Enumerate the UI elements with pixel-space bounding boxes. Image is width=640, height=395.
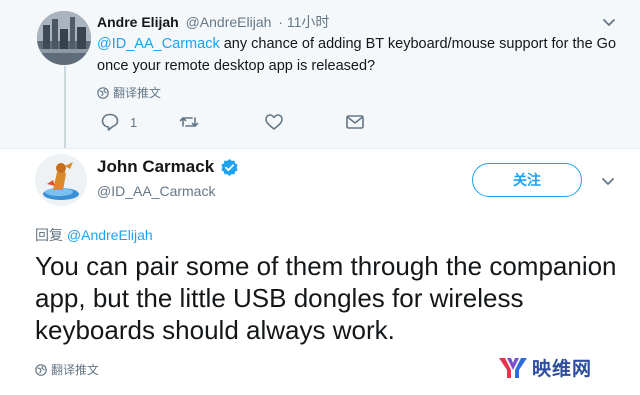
like-icon xyxy=(265,114,283,130)
reply-to-prefix: 回复 xyxy=(35,227,67,243)
translate-label: 翻译推文 xyxy=(51,363,100,377)
avatar-city-image xyxy=(37,11,91,65)
direct-message-button[interactable] xyxy=(345,112,365,132)
replying-to: 回复 @AndreElijah xyxy=(35,225,153,245)
parent-tweet-header: Andre Elijah @AndreElijah · 11小时 xyxy=(97,12,329,32)
author-handle[interactable]: @AndreElijah xyxy=(186,14,272,30)
like-button[interactable] xyxy=(264,112,284,132)
follow-button[interactable]: 关注 xyxy=(472,163,582,197)
watermark-logo-icon xyxy=(499,357,527,378)
avatar-rocket-image xyxy=(35,154,87,206)
divider xyxy=(0,148,640,149)
reply-to-handle[interactable]: @AndreElijah xyxy=(67,227,153,243)
reply-count: 1 xyxy=(130,114,138,130)
retweet-button[interactable] xyxy=(179,112,199,132)
timestamp[interactable]: · 11小时 xyxy=(278,14,329,30)
parent-tweet[interactable]: Andre Elijah @AndreElijah · 11小时 @ID_AA_… xyxy=(0,0,640,148)
main-avatar[interactable] xyxy=(35,154,87,206)
main-author-handle[interactable]: @ID_AA_Carmack xyxy=(97,183,215,199)
mention-link[interactable]: @ID_AA_Carmack xyxy=(97,36,220,52)
main-author-name[interactable]: John Carmack xyxy=(97,157,239,177)
globe-icon xyxy=(35,363,47,376)
watermark-text: 映维网 xyxy=(532,359,593,380)
avatar[interactable] xyxy=(37,11,91,65)
translate-link[interactable]: 翻译推文 xyxy=(35,361,99,378)
main-tweet-text: You can pair some of them through the co… xyxy=(35,251,617,345)
author-name[interactable]: Andre Elijah xyxy=(97,14,179,30)
verified-badge-icon xyxy=(221,158,238,176)
chevron-down-icon[interactable] xyxy=(599,172,617,190)
reply-button[interactable]: 1 xyxy=(100,112,137,132)
translate-label: 翻译推文 xyxy=(113,86,162,100)
thread-line xyxy=(64,66,66,148)
tweet-actions: 1 xyxy=(100,112,380,134)
translate-link[interactable]: 翻译推文 xyxy=(97,84,161,101)
chevron-down-icon[interactable] xyxy=(600,13,618,31)
retweet-icon xyxy=(179,117,199,127)
parent-tweet-text: @ID_AA_Carmack any chance of adding BT k… xyxy=(97,33,617,77)
author-name-text: John Carmack xyxy=(97,157,215,176)
reply-icon xyxy=(101,113,119,131)
direct-message-icon xyxy=(346,115,364,129)
globe-icon xyxy=(97,86,109,99)
watermark: 映维网 xyxy=(498,354,592,381)
